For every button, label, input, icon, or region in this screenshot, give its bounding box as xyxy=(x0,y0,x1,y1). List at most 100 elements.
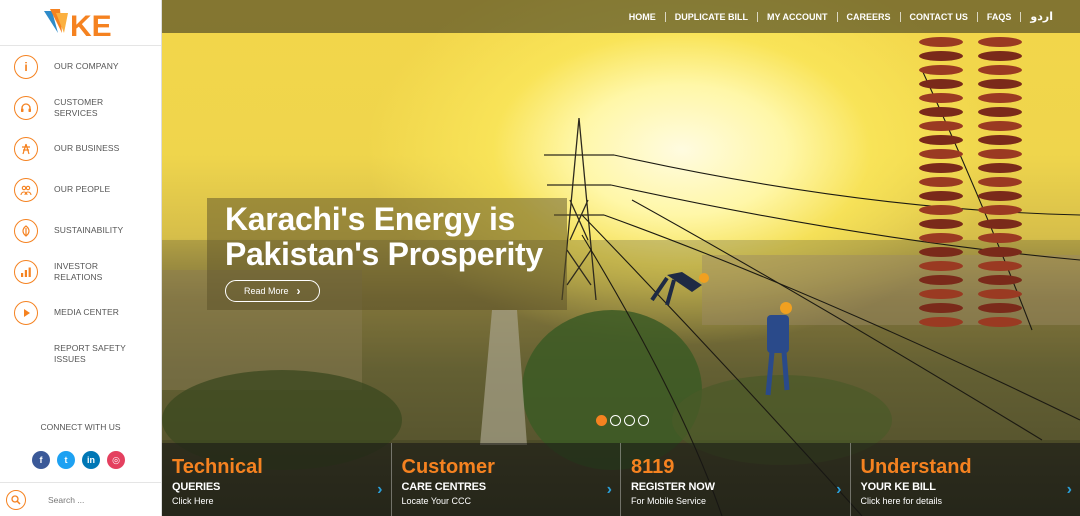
logo-text: KE xyxy=(70,10,112,43)
insulator-disc xyxy=(978,275,1022,285)
card-customer-care-centres[interactable]: Customer CARE CENTRES Locate Your CCC › xyxy=(391,443,621,516)
ke-logo[interactable]: KE xyxy=(0,0,161,46)
insulator-disc xyxy=(919,275,963,285)
insulator-disc xyxy=(919,37,963,47)
search-input[interactable] xyxy=(48,494,148,505)
card-subtitle: QUERIES xyxy=(172,481,221,493)
nav-careers[interactable]: CAREERS xyxy=(836,11,900,22)
slider-dot-4[interactable] xyxy=(638,415,649,426)
insulator-disc xyxy=(978,79,1022,89)
chevron-right-icon: › xyxy=(1066,481,1072,498)
insulator-disc xyxy=(978,93,1022,103)
instagram-icon[interactable]: ◎ xyxy=(107,451,125,469)
card-title: Technical xyxy=(172,456,263,478)
sidebar-item-label: OUR BUSINESS xyxy=(54,143,120,153)
card-8119-register[interactable]: 8119 REGISTER NOW For Mobile Service › xyxy=(621,443,851,516)
facebook-icon[interactable]: f xyxy=(32,451,50,469)
nav-contact-us[interactable]: CONTACT US xyxy=(899,11,977,22)
card-title: 8119 xyxy=(631,456,675,478)
sidebar-item-label: SUSTAINABILITY xyxy=(54,225,124,235)
insulator-disc xyxy=(919,205,963,215)
sidebar-item-media-center[interactable]: MEDIA CENTER xyxy=(0,292,161,333)
card-subtitle: YOUR KE BILL xyxy=(860,481,936,493)
sidebar-item-sustainability[interactable]: SUSTAINABILITY xyxy=(0,210,161,251)
chart-icon xyxy=(14,259,38,284)
sidebar-item-label: REPORT SAFETY ISSUES xyxy=(54,342,126,364)
chevron-right-icon: › xyxy=(377,481,383,498)
card-understand-bill[interactable]: Understand YOUR KE BILL Click here for d… xyxy=(850,443,1080,516)
hero-headline-box: Karachi's Energy is Pakistan's Prosperit… xyxy=(207,198,567,310)
insulator-disc xyxy=(978,107,1022,117)
insulator-disc xyxy=(919,107,963,117)
linkedin-icon[interactable]: in xyxy=(82,451,100,469)
card-title: Understand xyxy=(860,456,972,478)
sidebar-item-our-company[interactable]: i OUR COMPANY xyxy=(0,46,161,87)
slider-dot-2[interactable] xyxy=(610,415,621,426)
sidebar-nav: i OUR COMPANY CUSTOMER SERVICES OUR BUSI… xyxy=(0,46,161,374)
nav-home[interactable]: HOME xyxy=(620,12,665,22)
insulator-disc xyxy=(978,121,1022,131)
insulator-disc xyxy=(919,303,963,313)
insulator-disc xyxy=(978,219,1022,229)
play-icon xyxy=(14,300,38,325)
slider-dot-1[interactable] xyxy=(596,415,607,426)
sidebar-item-label: CUSTOMER SERVICES xyxy=(54,96,104,118)
tower-icon xyxy=(14,136,38,161)
insulator-disc xyxy=(919,121,963,131)
insulator-disc xyxy=(919,191,963,201)
slider-dot-3[interactable] xyxy=(624,415,635,426)
search-icon[interactable] xyxy=(6,489,26,510)
read-more-button[interactable]: Read More › xyxy=(225,280,320,302)
slider-pagination xyxy=(596,415,649,426)
sidebar-item-label: OUR COMPANY xyxy=(54,61,119,71)
card-technical-queries[interactable]: Technical QUERIES Click Here › xyxy=(162,443,392,516)
twitter-icon[interactable]: t xyxy=(57,451,75,469)
insulator-disc xyxy=(919,233,963,243)
insulator-disc xyxy=(919,317,963,327)
top-navigation: HOME DUPLICATE BILL MY ACCOUNT CAREERS C… xyxy=(162,0,1080,33)
read-more-label: Read More xyxy=(244,286,289,296)
insulator-disc xyxy=(978,177,1022,187)
chevron-right-icon: › xyxy=(606,481,612,498)
insulator-disc xyxy=(978,37,1022,47)
sidebar-item-our-people[interactable]: OUR PEOPLE xyxy=(0,169,161,210)
insulator-disc xyxy=(978,303,1022,313)
sidebar-item-our-business[interactable]: OUR BUSINESS xyxy=(0,128,161,169)
sidebar-item-label: OUR PEOPLE xyxy=(54,184,111,194)
insulator-disc xyxy=(978,149,1022,159)
nav-my-account[interactable]: MY ACCOUNT xyxy=(757,11,837,22)
insulator-disc xyxy=(919,93,963,103)
nav-faqs[interactable]: FAQS xyxy=(976,11,1021,22)
insulator-disc xyxy=(978,247,1022,257)
hero-headline-line2: Pakistan's Prosperity xyxy=(225,236,543,272)
connect-label: CONNECT WITH US xyxy=(40,422,121,432)
insulator-disc xyxy=(978,289,1022,299)
hero-headline-line1: Karachi's Energy is xyxy=(225,201,516,237)
insulator-disc xyxy=(919,149,963,159)
sidebar-item-label: MEDIA CENTER xyxy=(54,307,119,317)
sidebar: KE i OUR COMPANY CUSTOMER SERVICES OUR B… xyxy=(0,0,162,516)
chevron-right-icon: › xyxy=(296,284,301,298)
insulator-disc xyxy=(919,51,963,61)
sidebar-item-customer-services[interactable]: CUSTOMER SERVICES xyxy=(0,87,161,128)
insulator-disc xyxy=(919,79,963,89)
insulator-disc xyxy=(919,219,963,229)
sidebar-item-investor-relations[interactable]: INVESTOR RELATIONS xyxy=(0,251,161,292)
insulator-disc xyxy=(919,65,963,75)
hero-headline: Karachi's Energy is Pakistan's Prosperit… xyxy=(225,202,567,272)
insulator-disc xyxy=(978,135,1022,145)
insulator-disc xyxy=(978,261,1022,271)
nav-urdu-language[interactable]: اردو xyxy=(1020,11,1062,22)
chevron-right-icon: › xyxy=(836,481,842,498)
hero-banner: HOME DUPLICATE BILL MY ACCOUNT CAREERS C… xyxy=(162,0,1080,516)
insulator-disc xyxy=(919,261,963,271)
search-box xyxy=(0,482,161,516)
people-icon xyxy=(14,177,38,202)
nav-duplicate-bill[interactable]: DUPLICATE BILL xyxy=(664,11,757,22)
sidebar-item-report-safety[interactable]: REPORT SAFETY ISSUES xyxy=(0,333,161,374)
quick-links: Technical QUERIES Click Here › Customer … xyxy=(162,443,1080,516)
ke-logo-mark: KE xyxy=(44,8,112,43)
insulator-disc xyxy=(978,233,1022,243)
insulator-disc xyxy=(978,191,1022,201)
insulator-disc xyxy=(919,289,963,299)
